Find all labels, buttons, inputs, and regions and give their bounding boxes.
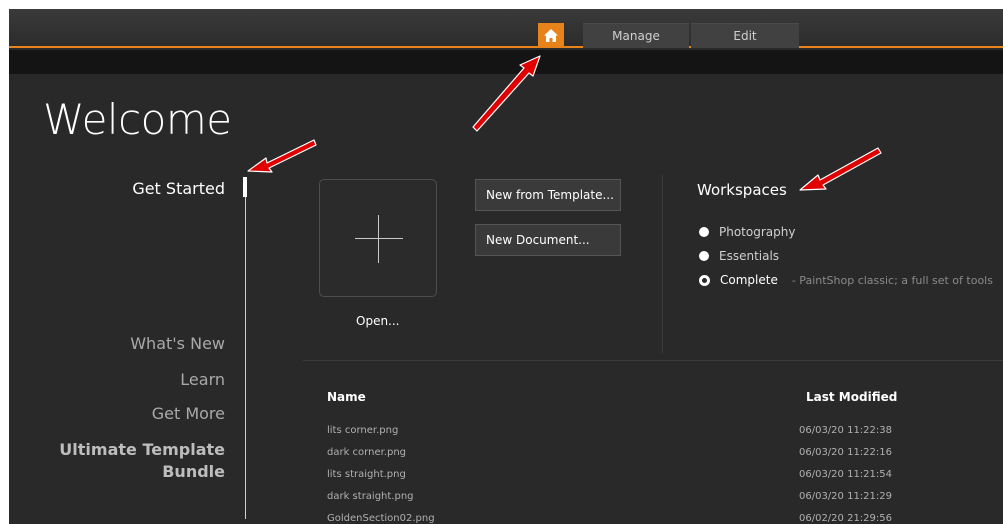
nav-active-indicator — [243, 177, 247, 197]
new-document-button[interactable]: New Document... — [475, 224, 621, 256]
file-name: GoldenSection02.png — [327, 513, 435, 524]
sub-toolbar — [9, 50, 1003, 74]
file-modified: 06/03/20 11:21:54 — [798, 469, 892, 480]
file-name: dark straight.png — [327, 491, 414, 502]
radio-button[interactable] — [699, 251, 709, 261]
workspace-option-description: - PaintShop classic; a full set of tools — [791, 273, 993, 287]
file-row[interactable]: lits corner.png 06/03/20 11:22:38 — [327, 425, 892, 445]
column-header-name[interactable]: Name — [327, 390, 366, 404]
workspace-option-photography[interactable]: Photography — [699, 225, 795, 239]
tab-edit[interactable]: Edit — [691, 23, 799, 48]
tab-home[interactable] — [538, 23, 564, 48]
tab-manage[interactable]: Manage — [583, 23, 689, 48]
file-name: lits straight.png — [327, 469, 406, 480]
new-from-template-button[interactable]: New from Template... — [475, 179, 621, 211]
file-modified: 06/03/20 11:22:38 — [798, 425, 892, 436]
plus-icon-vertical — [378, 215, 379, 263]
workspace-option-label: Photography — [719, 225, 796, 239]
horizontal-divider — [303, 360, 1003, 361]
page-title: Welcome — [43, 95, 232, 144]
file-name: dark corner.png — [327, 447, 407, 458]
vertical-divider — [662, 175, 663, 353]
workspace-option-label: Complete — [720, 273, 778, 287]
file-modified: 06/03/20 11:21:29 — [798, 491, 892, 502]
nav-item-ultimate-template-bundle[interactable]: Ultimate Template Bundle — [25, 439, 225, 483]
nav-item-learn[interactable]: Learn — [180, 370, 225, 389]
workspace-option-label: Essentials — [719, 249, 780, 263]
plus-icon-horizontal — [355, 238, 403, 239]
nav-item-get-started[interactable]: Get Started — [132, 179, 225, 198]
file-name: lits corner.png — [327, 425, 399, 436]
file-row[interactable]: GoldenSection02.png 06/02/20 21:29:56 — [327, 513, 892, 524]
file-row[interactable]: dark straight.png 06/03/20 11:21:29 — [327, 491, 892, 511]
file-row[interactable]: lits straight.png 06/03/20 11:21:54 — [327, 469, 892, 489]
workspace-option-essentials[interactable]: Essentials — [699, 249, 779, 263]
nav-divider-line — [245, 179, 246, 519]
radio-button[interactable] — [699, 227, 709, 237]
workspaces-title: Workspaces — [697, 181, 787, 199]
open-button[interactable] — [319, 179, 437, 297]
file-modified: 06/03/20 11:22:16 — [798, 447, 892, 458]
app-window: Manage Edit Welcome Get Started What's N… — [9, 9, 1003, 524]
workspace-option-complete[interactable]: Complete - PaintShop classic; a full set… — [699, 273, 993, 287]
column-header-last-modified[interactable]: Last Modified — [806, 390, 897, 404]
file-modified: 06/02/20 21:29:56 — [798, 513, 892, 524]
nav-item-get-more[interactable]: Get More — [152, 404, 225, 423]
nav-item-whats-new[interactable]: What's New — [130, 334, 225, 353]
open-label[interactable]: Open... — [356, 314, 400, 328]
top-bar: Manage Edit — [9, 9, 1003, 48]
radio-button-selected[interactable] — [699, 274, 710, 286]
home-icon — [544, 29, 558, 42]
file-row[interactable]: dark corner.png 06/03/20 11:22:16 — [327, 447, 892, 467]
